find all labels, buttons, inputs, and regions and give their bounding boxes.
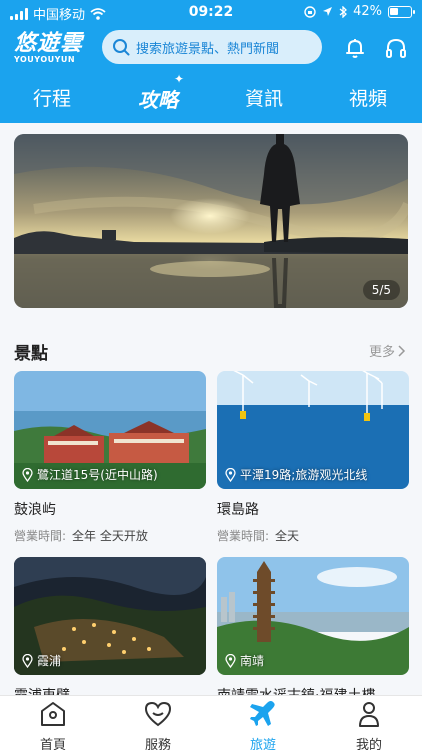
attraction-card[interactable]: 平潭19路;旅游观光北线 環島路 營業時間: 全天: [217, 371, 409, 544]
attraction-name: 南靖雲水谣古鎮·福建土樓: [217, 685, 409, 695]
nav-label: 我的: [355, 738, 382, 750]
battery-icon: [388, 5, 415, 18]
attraction-card[interactable]: 南靖 南靖雲水谣古鎮·福建土樓: [217, 557, 409, 695]
location-text: 霞浦: [37, 654, 62, 668]
logo-text: 悠遊雲: [14, 30, 84, 56]
logo-subtext: YOUYOUYUN: [14, 55, 76, 64]
battery-percent: 42%: [353, 4, 382, 19]
attraction-image: 鷺江道15号(近中山路): [14, 371, 206, 489]
location-pin-icon: [22, 653, 33, 668]
hours-label: 營業時間:: [217, 529, 270, 543]
location-pin-icon: [22, 467, 33, 482]
nav-label: 服務: [144, 738, 171, 750]
nav-services[interactable]: 服務: [123, 700, 193, 750]
status-right: 42%: [304, 4, 415, 19]
banner-carousel[interactable]: 5/5: [14, 134, 408, 308]
nav-travel[interactable]: 旅遊: [228, 700, 298, 750]
tab-videos[interactable]: 視頻: [338, 84, 398, 111]
home-icon: [41, 702, 65, 726]
search-bar[interactable]: 搜索旅遊景點、熱門新聞: [102, 30, 322, 64]
attraction-location: 霞浦: [22, 652, 61, 669]
tab-news[interactable]: 資訊: [234, 84, 294, 111]
bottom-navigation: 首頁 服務 旅遊 我的: [0, 695, 422, 750]
plane-icon: [250, 701, 275, 726]
nav-profile[interactable]: 我的: [334, 700, 404, 750]
attraction-location: 平潭19路;旅游观光北线: [225, 466, 367, 483]
person-icon: [359, 702, 379, 727]
banner-counter: 5/5: [362, 280, 400, 300]
location-text: 南靖: [240, 654, 265, 668]
location-text: 鷺江道15号(近中山路): [37, 468, 158, 482]
location-pin-icon: [225, 467, 236, 482]
chevron-right-icon: [398, 344, 406, 357]
location-icon: [323, 7, 333, 16]
bluetooth-icon: [339, 5, 348, 18]
app-logo: 悠遊雲 YOUYOUYUN: [14, 32, 90, 64]
tab-itinerary[interactable]: 行程: [22, 84, 82, 111]
section-title: 景點: [14, 344, 48, 364]
nav-home[interactable]: 首頁: [18, 700, 88, 750]
hours-value: 全天: [275, 529, 300, 543]
attraction-location: 鷺江道15号(近中山路): [22, 466, 158, 483]
search-placeholder: 搜索旅遊景點、熱門新聞: [136, 41, 280, 57]
app-header: 中国移动 09:22 42% 悠遊雲 YOUYOUYUN 搜索旅遊景點、熱門新聞: [0, 0, 422, 123]
bell-icon[interactable]: [343, 36, 367, 60]
search-icon: [113, 39, 130, 56]
attraction-hours: 營業時間: 全年 全天开放: [14, 527, 206, 544]
more-label: 更多: [368, 345, 395, 360]
status-bar: 中国移动 09:22 42%: [0, 0, 422, 26]
heart-icon: [144, 701, 172, 727]
attraction-hours: 營業時間: 全天: [217, 527, 409, 544]
attraction-location: 南靖: [225, 652, 264, 669]
main-content: 5/5 景點 更多 鷺江道15号(近中山路) 鼓浪屿 營業時間: 全年 全天开放…: [0, 123, 422, 695]
nav-label: 旅遊: [249, 738, 276, 750]
tab-guides[interactable]: 攻略: [128, 84, 188, 113]
location-text: 平潭19路;旅游观光北线: [240, 468, 368, 482]
hours-value: 全年 全天开放: [72, 529, 148, 543]
orientation-lock-icon: [304, 5, 316, 18]
attraction-card[interactable]: 鷺江道15号(近中山路) 鼓浪屿 營業時間: 全年 全天开放: [14, 371, 206, 544]
more-link[interactable]: 更多: [369, 341, 406, 360]
category-tabs: 行程 攻略 資訊 視頻: [0, 78, 422, 118]
banner-image: [14, 134, 408, 308]
attraction-card[interactable]: 霞浦 霞浦東壁: [14, 557, 206, 695]
attraction-image: 霞浦: [14, 557, 206, 675]
nav-label: 首頁: [39, 738, 66, 750]
attraction-name: 環島路: [217, 502, 259, 518]
hours-label: 營業時間:: [14, 529, 67, 543]
attraction-image: 平潭19路;旅游观光北线: [217, 371, 409, 489]
attraction-image: 南靖: [217, 557, 409, 675]
attraction-name: 鼓浪屿: [14, 502, 56, 518]
headphones-icon[interactable]: [384, 36, 408, 60]
attraction-name: 霞浦東壁: [14, 685, 206, 695]
location-pin-icon: [225, 653, 236, 668]
